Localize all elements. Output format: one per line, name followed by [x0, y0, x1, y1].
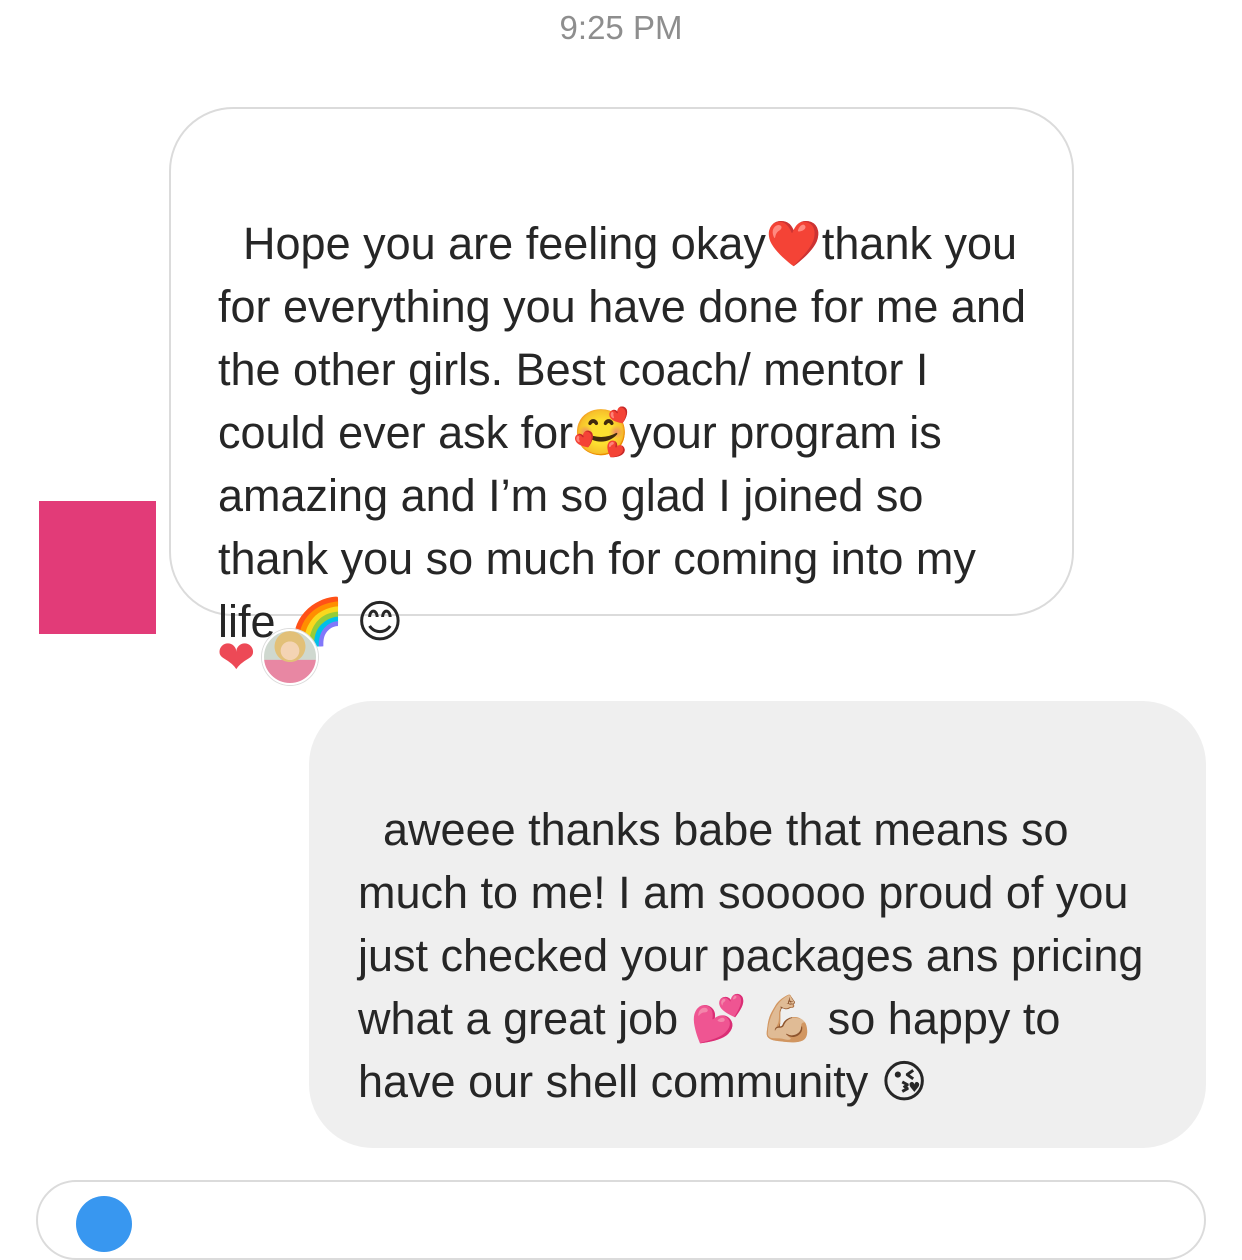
camera-icon[interactable]: [76, 1196, 132, 1252]
heart-icon: ❤: [217, 630, 256, 684]
message-reactions[interactable]: ❤: [217, 629, 318, 685]
message-composer[interactable]: [36, 1180, 1206, 1260]
sender-avatar-redacted[interactable]: [39, 501, 156, 634]
message-timestamp: 9:25 PM: [559, 9, 683, 46]
outgoing-message-bubble[interactable]: aweee thanks babe that means so much to …: [309, 701, 1206, 1148]
outgoing-message-text: aweee thanks babe that means so much to …: [358, 804, 1156, 1107]
incoming-message-bubble[interactable]: Hope you are feeling okay❤️thank you for…: [169, 107, 1074, 647]
incoming-message-text: Hope you are feeling okay❤️thank you for…: [218, 218, 1039, 647]
reactor-avatar: [261, 629, 318, 685]
